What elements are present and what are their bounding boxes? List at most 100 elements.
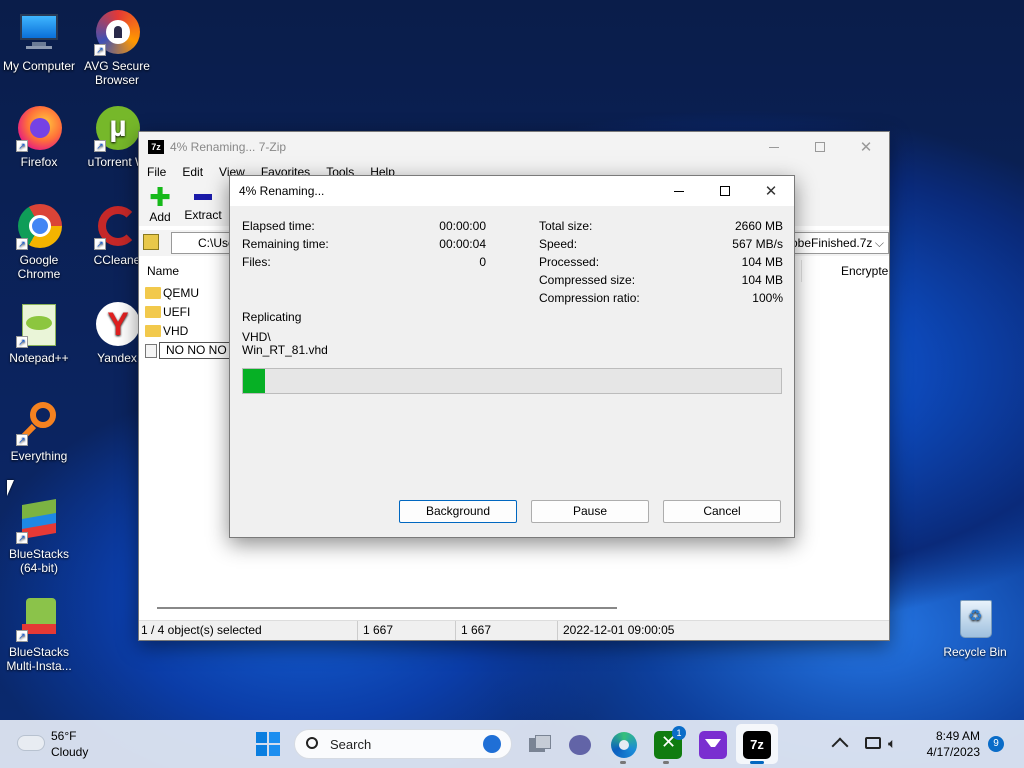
menu-edit[interactable]: Edit xyxy=(174,165,211,179)
pause-button[interactable]: Pause xyxy=(531,500,649,523)
avg-browser-icon: ↗ xyxy=(94,10,140,56)
extract-icon xyxy=(194,194,212,200)
zip-close-button[interactable]: ✕ xyxy=(843,132,889,162)
teams-chat-icon[interactable] xyxy=(566,731,594,759)
dialog-close-button[interactable]: ✕ xyxy=(748,176,794,206)
zip-title-bar: 7z 4% Renaming... 7-Zip ✕ xyxy=(139,132,889,162)
compressed-size-row: Compressed size: 104 MB xyxy=(539,273,783,287)
elapsed-time-row: Elapsed time: 00:00:00 xyxy=(242,219,486,233)
column-encrypted[interactable]: Encrypte xyxy=(841,264,889,278)
windows-logo-icon xyxy=(256,732,267,743)
desktop-icon-chrome[interactable]: ↗ Google Chrome xyxy=(0,204,78,281)
dialog-minimize-button[interactable] xyxy=(656,176,702,206)
zip-maximize-button[interactable] xyxy=(797,132,843,162)
total-size-row: Total size: 2660 MB xyxy=(539,219,783,233)
xbox-icon[interactable]: ✕ 1 xyxy=(654,726,686,759)
clock[interactable]: 8:49 AM 4/17/2023 xyxy=(914,728,980,760)
progress-bar xyxy=(242,368,782,394)
cancel-button[interactable]: Cancel xyxy=(663,500,781,523)
running-indicator xyxy=(620,761,626,764)
minimize-icon xyxy=(769,146,779,148)
zip-status-bar: 1 / 4 object(s) selected 1 667 1 667 202… xyxy=(139,620,889,640)
folder-icon xyxy=(145,287,161,299)
close-icon: ✕ xyxy=(859,139,873,156)
status-divider xyxy=(455,621,456,640)
current-path: VHD\ xyxy=(242,330,271,344)
list-item[interactable]: QEMU xyxy=(145,286,199,300)
path-dropdown[interactable]: obeFinished.7z ⌵ xyxy=(791,232,889,254)
progress-fill xyxy=(243,369,265,393)
mouse-cursor xyxy=(7,480,14,496)
list-item[interactable]: UEFI xyxy=(145,305,190,319)
desktop-icon-recycle-bin[interactable]: ♻ Recycle Bin xyxy=(936,596,1014,659)
dialog-maximize-button[interactable] xyxy=(702,176,748,206)
column-divider xyxy=(801,260,802,282)
processed-row: Processed: 104 MB xyxy=(539,255,783,269)
rename-input[interactable]: NO NO NO xyxy=(159,342,234,359)
current-file: Win_RT_81.vhd xyxy=(242,343,328,357)
status-divider xyxy=(357,621,358,640)
active-indicator xyxy=(750,761,764,764)
volume-icon[interactable]: 🔈︎ xyxy=(888,735,896,752)
folder-icon xyxy=(145,325,161,337)
start-button[interactable] xyxy=(256,732,280,756)
yandex-icon: Y xyxy=(94,302,140,348)
onenote-icon[interactable] xyxy=(699,731,727,759)
edge-icon[interactable] xyxy=(610,731,638,759)
menu-file[interactable]: File xyxy=(139,165,174,179)
weather-widget[interactable]: 56°F Cloudy xyxy=(16,728,116,762)
network-icon[interactable] xyxy=(865,737,881,749)
maximize-icon xyxy=(815,142,825,152)
compression-ratio-row: Compression ratio: 100% xyxy=(539,291,783,305)
desktop-icon-notepadpp[interactable]: ↗ Notepad++ xyxy=(0,302,78,365)
horizontal-scrollbar[interactable] xyxy=(157,607,617,609)
extract-button[interactable]: Extract xyxy=(183,186,223,222)
utorrent-icon: µ ↗ xyxy=(94,106,140,152)
zip-title: 4% Renaming... 7-Zip xyxy=(170,140,287,154)
up-folder-icon[interactable] xyxy=(143,234,159,250)
files-row: Files: 0 xyxy=(242,255,486,269)
desktop-icon-firefox[interactable]: ↗ Firefox xyxy=(0,106,78,169)
zip-minimize-button[interactable] xyxy=(751,132,797,162)
desktop-icon-everything[interactable]: ↗ Everything xyxy=(0,400,78,463)
desktop-icon-bluestacks[interactable]: ↗ BlueStacks (64-bit) xyxy=(0,498,78,575)
chrome-icon: ↗ xyxy=(16,204,62,250)
status-divider xyxy=(557,621,558,640)
operation-label: Replicating xyxy=(242,310,302,324)
search-icon xyxy=(306,737,318,749)
file-icon xyxy=(145,343,157,358)
firefox-icon: ↗ xyxy=(16,106,62,152)
search-box[interactable]: Search xyxy=(294,729,512,759)
zip-app-icon: 7z xyxy=(148,140,164,154)
chevron-down-icon: ⌵ xyxy=(874,236,884,250)
running-indicator xyxy=(663,761,669,764)
computer-icon xyxy=(16,10,62,56)
cloud-icon xyxy=(18,736,44,750)
notification-badge[interactable]: 9 xyxy=(988,736,1004,752)
recycle-bin-icon: ♻ xyxy=(952,596,998,642)
background-button[interactable]: Background xyxy=(399,500,517,523)
bing-icon xyxy=(483,735,501,753)
maximize-icon xyxy=(720,186,730,196)
progress-dialog: 4% Renaming... ✕ Elapsed time: 00:00:00 R… xyxy=(229,175,795,538)
bluestacks-multi-icon: ↗ xyxy=(16,596,62,642)
desktop-icon-my-computer[interactable]: My Computer xyxy=(0,10,78,73)
task-view-icon[interactable] xyxy=(526,731,554,759)
ccleaner-icon: ↗ xyxy=(94,204,140,250)
remaining-time-row: Remaining time: 00:00:04 xyxy=(242,237,486,251)
speed-row: Speed: 567 MB/s xyxy=(539,237,783,251)
list-item-renaming[interactable]: NO NO NO xyxy=(145,342,234,359)
column-name[interactable]: Name xyxy=(147,264,179,278)
progress-title-bar: 4% Renaming... ✕ xyxy=(230,176,794,206)
7zip-taskbar-icon[interactable]: 7z xyxy=(743,731,771,759)
notepadpp-icon: ↗ xyxy=(16,302,62,348)
xbox-badge: 1 xyxy=(672,726,686,740)
path-input[interactable]: C:\Use xyxy=(171,232,235,254)
desktop-icon-bluestacks-multi[interactable]: ↗ BlueStacks Multi-Insta... xyxy=(0,596,78,673)
add-icon: ✚ xyxy=(149,182,171,212)
desktop-icon-avg-browser[interactable]: ↗ AVG Secure Browser xyxy=(78,10,156,87)
close-icon: ✕ xyxy=(764,183,778,200)
list-item[interactable]: VHD xyxy=(145,324,188,338)
add-button[interactable]: ✚ Add xyxy=(147,182,173,224)
minimize-icon xyxy=(674,190,684,192)
